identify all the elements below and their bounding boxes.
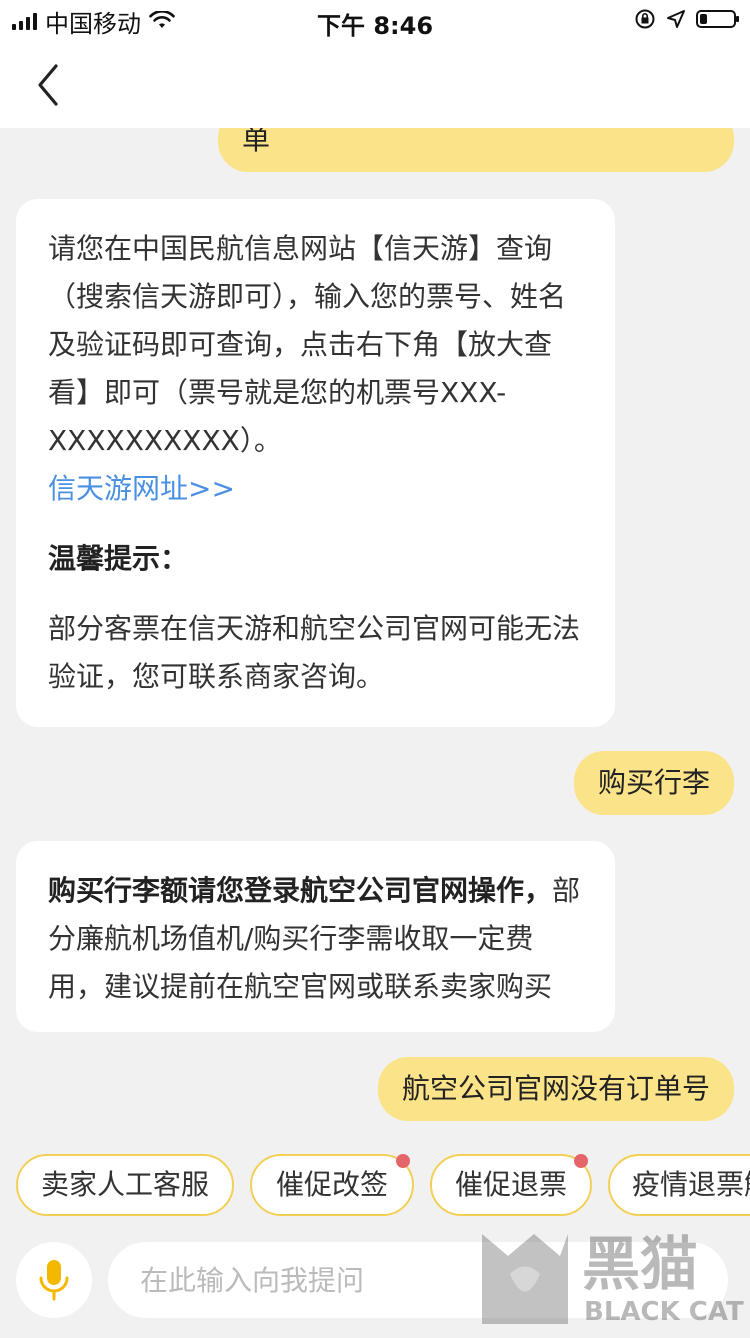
- location-icon: [667, 10, 685, 28]
- orientation-lock-icon: [635, 9, 655, 29]
- user-message: 航空公司官网没有订单号: [377, 1057, 734, 1121]
- quick-reply-label: 催促退票: [454, 1168, 567, 1201]
- message-bold-text: 购买行李额请您登录航空公司官网操作，: [48, 874, 553, 907]
- bot-message: 购买行李额请您登录航空公司官网操作，部分廉航机场值机/购买行李需收取一定费用，建…: [16, 841, 615, 1032]
- chat-area[interactable]: 单 请您在中国民航信息网站【信天游】查询（搜索信天游即可），输入您的票号、姓名及…: [0, 128, 750, 1148]
- back-button[interactable]: [28, 60, 72, 110]
- input-bar: [0, 1230, 750, 1334]
- user-message: 购买行李: [573, 751, 734, 815]
- message-text: 购买行李: [597, 766, 710, 799]
- quick-reply-label: 催促改签: [275, 1168, 388, 1201]
- quick-reply-urge-change[interactable]: 催促改签: [250, 1154, 414, 1216]
- message-text: 航空公司官网没有订单号: [401, 1072, 710, 1105]
- battery-icon: [696, 10, 739, 28]
- tip-text: 部分客票在信天游和航空公司官网可能无法验证，您可联系商家咨询。: [48, 612, 581, 693]
- quick-reply-epidemic-refund[interactable]: 疫情退票解: [608, 1154, 750, 1216]
- quick-reply-bar[interactable]: 卖家人工客服 催促改签 催促退票 疫情退票解: [0, 1150, 750, 1226]
- notification-dot: [396, 1154, 410, 1168]
- quick-reply-urge-refund[interactable]: 催促退票: [430, 1154, 592, 1216]
- xintianyou-link[interactable]: 信天游网址>>: [48, 465, 583, 513]
- status-bar: 中国移动 下午 8:46: [0, 0, 750, 42]
- mic-button[interactable]: [16, 1242, 92, 1318]
- message-text: 单: [242, 128, 271, 156]
- question-input[interactable]: [108, 1242, 728, 1318]
- bot-message: 请您在中国民航信息网站【信天游】查询（搜索信天游即可），输入您的票号、姓名及验证…: [16, 199, 615, 727]
- nav-bar: [0, 42, 750, 128]
- user-message: 单: [218, 128, 734, 172]
- quick-reply-label: 卖家人工客服: [40, 1168, 209, 1201]
- notification-dot: [574, 1154, 588, 1168]
- message-text: 请您在中国民航信息网站【信天游】查询（搜索信天游即可），输入您的票号、姓名及验证…: [48, 232, 567, 457]
- microphone-icon: [39, 1260, 69, 1301]
- chevron-left-icon: [38, 64, 58, 106]
- status-right: [634, 8, 739, 30]
- quick-reply-seller-service[interactable]: 卖家人工客服: [16, 1154, 234, 1216]
- tip-title: 温馨提示：: [48, 542, 189, 575]
- quick-reply-label: 疫情退票解: [632, 1168, 750, 1201]
